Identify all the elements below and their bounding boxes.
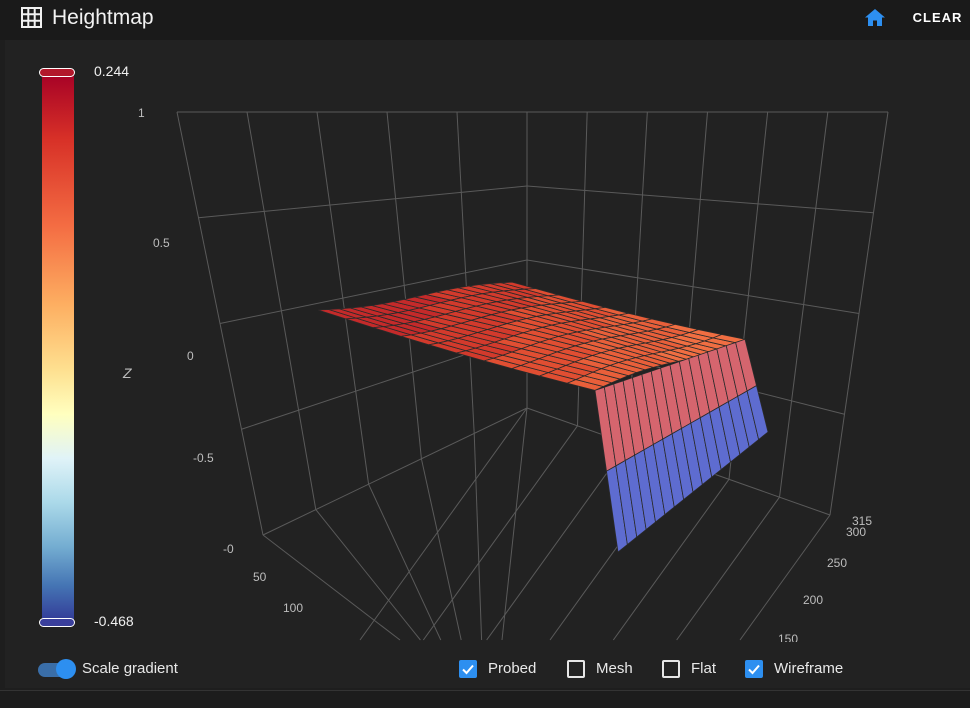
y-tick-label: 250: [827, 556, 847, 570]
z-tick-label: 0: [187, 349, 194, 363]
footer-bar: [0, 691, 970, 708]
home-icon[interactable]: [862, 5, 888, 31]
mesh-label: Mesh: [596, 660, 633, 677]
y-tick-label: 200: [803, 593, 823, 607]
grid-icon: [21, 7, 42, 28]
page-title: Heightmap: [52, 6, 154, 29]
x-tick-label: 50: [253, 570, 267, 584]
check-icon: [462, 664, 474, 675]
scale-gradient-toggle[interactable]: [38, 658, 76, 680]
check-icon: [748, 664, 760, 675]
plot-grid: [176, 111, 889, 641]
app-header: Heightmap CLEAR: [0, 0, 970, 40]
heightmap-3d-plot[interactable]: 10.50-0.5-050100315300250200150Z: [100, 80, 960, 642]
grid-line: [198, 185, 528, 219]
grid-line: [359, 407, 528, 641]
grid-line: [262, 534, 401, 641]
grid-line: [422, 425, 578, 641]
grid-line: [368, 483, 442, 641]
flat-label: Flat: [691, 660, 717, 677]
mesh-checkbox[interactable]: [567, 660, 585, 678]
z-tick-label: -0.5: [193, 451, 214, 465]
x-tick-label: 100: [283, 601, 303, 615]
grid-line: [526, 185, 874, 214]
flat-checkbox[interactable]: [662, 660, 680, 678]
color-scale-min-handle[interactable]: [39, 618, 75, 627]
clear-button[interactable]: CLEAR: [905, 7, 970, 29]
z-tick-label: 1: [138, 106, 145, 120]
y-tick-label: 150: [778, 632, 798, 642]
color-scale-bar: [42, 72, 74, 624]
grid-line: [262, 407, 528, 536]
heightmap-surface: [317, 281, 769, 553]
probed-checkbox[interactable]: [459, 660, 477, 678]
grid-line: [501, 407, 528, 641]
y-tick-label: 300: [846, 525, 866, 539]
color-scale-max-handle[interactable]: [39, 68, 75, 77]
grid-line: [473, 433, 483, 641]
toggle-knob: [56, 659, 76, 679]
color-scale-max-label: 0.244: [94, 63, 130, 79]
grid-line: [676, 496, 780, 641]
probed-label: Probed: [488, 660, 537, 677]
z-tick-label: -0: [223, 542, 234, 556]
z-tick-label: 0.5: [153, 236, 170, 250]
grid-line: [420, 458, 462, 641]
grid-line: [315, 509, 421, 641]
scale-gradient-label: Scale gradient: [82, 660, 178, 677]
z-axis-label: Z: [122, 365, 132, 381]
wireframe-label: Wireframe: [774, 660, 844, 677]
wireframe-checkbox[interactable]: [745, 660, 763, 678]
